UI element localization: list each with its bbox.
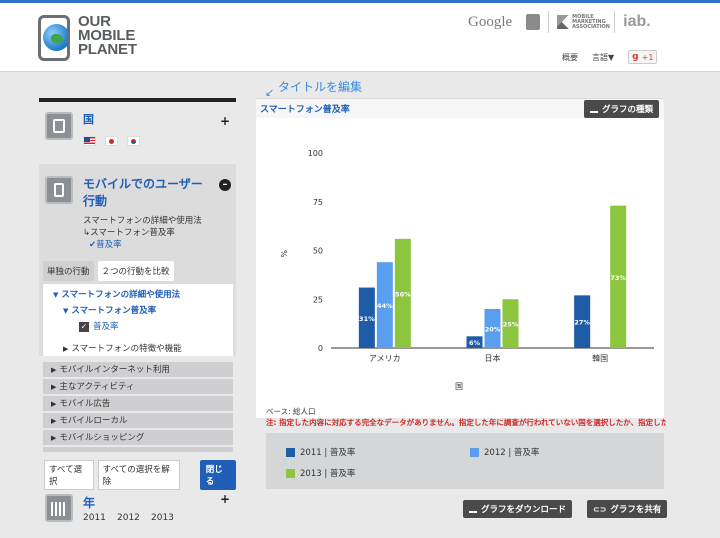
- legend-item[interactable]: 2013 | 普及率: [286, 467, 355, 479]
- year-section: 年 + 2011 2012 2013: [39, 486, 236, 538]
- globe-icon: [43, 24, 67, 51]
- legend-item[interactable]: 2011 | 普及率: [286, 446, 355, 458]
- data-label: 31%: [359, 315, 375, 323]
- map-icon: [45, 112, 73, 140]
- edit-title-link[interactable]: タイトルを編集: [278, 78, 362, 95]
- tab-compare[interactable]: ２つの行動を比較: [97, 261, 174, 281]
- header-links: 概要 言語▼ g +1: [562, 50, 658, 64]
- tree-item[interactable]: ▼ スマートフォンの詳細や使用法: [53, 288, 180, 300]
- base-label: ベース: 総人口: [266, 407, 316, 416]
- data-label: 27%: [574, 319, 590, 327]
- x-tick-label: 日本: [485, 353, 501, 363]
- link-icon: ⊂⊃: [593, 504, 607, 514]
- logo-phone-icon[interactable]: [38, 15, 70, 61]
- flag-jp-icon[interactable]: [105, 136, 118, 146]
- expand-year-icon[interactable]: +: [220, 492, 230, 506]
- logo-line: PLANET: [78, 41, 137, 58]
- chart-title-bar: スマートフォン普及率 グラフの種類: [256, 98, 664, 118]
- y-tick-label: 25: [313, 295, 323, 304]
- y-tick-label: 100: [308, 149, 323, 158]
- think-icon[interactable]: [526, 14, 541, 30]
- mobile-behavior-title[interactable]: モバイルでのユーザー行動: [83, 176, 213, 210]
- y-axis-label: %: [279, 250, 288, 258]
- data-label: 20%: [485, 326, 501, 334]
- chart-type-button[interactable]: グラフの種類: [584, 100, 660, 118]
- flag-us-icon[interactable]: [83, 136, 96, 146]
- country-section: 国 +: [39, 102, 236, 164]
- legend: 2011 | 普及率 2012 | 普及率 2013 | 普及率: [266, 433, 664, 489]
- expand-country-icon[interactable]: +: [220, 114, 230, 128]
- year-item[interactable]: 2011: [83, 513, 106, 523]
- mma-logo[interactable]: MOBILE MARKETING ASSOCIATION: [557, 14, 610, 30]
- data-label: 73%: [610, 274, 626, 282]
- iab-logo[interactable]: iab.: [623, 13, 651, 31]
- checkbox-icon: ✓: [79, 321, 89, 332]
- y-tick-label: 50: [313, 247, 323, 256]
- phone-icon: [45, 176, 73, 204]
- data-note: 注: 指定した内容に対応する完全なデータがありません。指定した年に調査が行われて…: [266, 418, 666, 427]
- y-tick-label: 75: [313, 198, 323, 207]
- download-chart-button[interactable]: グラフをダウンロード: [463, 500, 573, 518]
- behavior-tree: ▼ スマートフォンの詳細や使用法 ▼ スマートフォン普及率 ✓ 普及率 ▶ スマートフォ…: [43, 284, 233, 356]
- chart-panel: 0 25 50 75 100% 国 31% 44% 56% アメリカ 6% 20% 25% 日本 27% 73…: [256, 118, 664, 418]
- category-row[interactable]: ▶ 主なアクティビティ: [43, 379, 233, 395]
- calendar-icon: [45, 494, 73, 522]
- tab-single[interactable]: 単独の行動: [43, 261, 94, 281]
- category-row[interactable]: ▶ モバイルローカル: [43, 413, 233, 429]
- y-tick-label: 0: [318, 344, 323, 353]
- bar-chart: 0 25 50 75 100% 国 31%44%56% アメリカ 6% 20%25% 日本 27% 73…: [279, 149, 654, 391]
- language-menu[interactable]: 言語▼: [592, 52, 614, 63]
- category-row[interactable]: ▶ モバイルインターネット利用: [43, 362, 233, 378]
- data-label: 44%: [377, 302, 393, 310]
- data-label: 56%: [395, 290, 411, 298]
- sidebar: 国 + モバイルでのユーザー行動 – スマートフォンの詳細や使用法 ↳スマートフ…: [39, 98, 237, 538]
- x-axis-label: 国: [455, 382, 463, 391]
- overview-link[interactable]: 概要: [562, 52, 578, 63]
- x-tick-label: アメリカ: [369, 354, 401, 363]
- category-row-cut: [43, 447, 233, 453]
- legend-item[interactable]: 2012 | 普及率: [470, 446, 539, 458]
- x-tick-label: 韓国: [592, 353, 608, 363]
- data-label: 25%: [503, 321, 519, 329]
- collapse-icon[interactable]: –: [219, 179, 231, 191]
- tree-item-checked[interactable]: ✓ 普及率: [79, 320, 119, 332]
- logo-text[interactable]: OUR MOBILE PLANET: [78, 14, 148, 58]
- category-row[interactable]: ▶ モバイル広告: [43, 396, 233, 412]
- country-title[interactable]: 国: [83, 111, 94, 127]
- data-label: 6%: [469, 339, 481, 347]
- year-item[interactable]: 2012: [117, 513, 140, 523]
- header: OUR MOBILE PLANET Google MOBILE MARKETIN…: [0, 3, 720, 72]
- breadcrumb-2: ↳スマートフォン普及率: [83, 228, 175, 238]
- tree-item[interactable]: ▼ スマートフォン普及率: [63, 304, 156, 316]
- year-title[interactable]: 年: [83, 494, 95, 511]
- gplus-button[interactable]: g +1: [628, 50, 658, 64]
- year-item[interactable]: 2013: [151, 513, 174, 523]
- tree-item[interactable]: ▶ スマートフォンの特徴や機能: [63, 342, 182, 354]
- behavior-tabs: 単独の行動 ２つの行動を比較: [43, 261, 174, 281]
- chart-title: スマートフォン普及率: [260, 105, 350, 115]
- partner-logos: Google MOBILE MARKETING ASSOCIATION iab.: [468, 11, 651, 33]
- flag-kr-icon[interactable]: [127, 136, 140, 146]
- mobile-behavior-section: モバイルでのユーザー行動 – スマートフォンの詳細や使用法 ↳スマートフォン普及…: [39, 164, 236, 356]
- download-icon: [469, 505, 477, 513]
- category-row[interactable]: ▶ モバイルショッピング: [43, 430, 233, 446]
- share-chart-button[interactable]: ⊂⊃ グラフを共有: [587, 500, 668, 518]
- breadcrumb-1: スマートフォンの詳細や使用法: [83, 216, 202, 226]
- google-logo[interactable]: Google: [468, 14, 512, 31]
- breadcrumb-3: ✔普及率: [89, 240, 122, 250]
- download-icon: [590, 105, 598, 113]
